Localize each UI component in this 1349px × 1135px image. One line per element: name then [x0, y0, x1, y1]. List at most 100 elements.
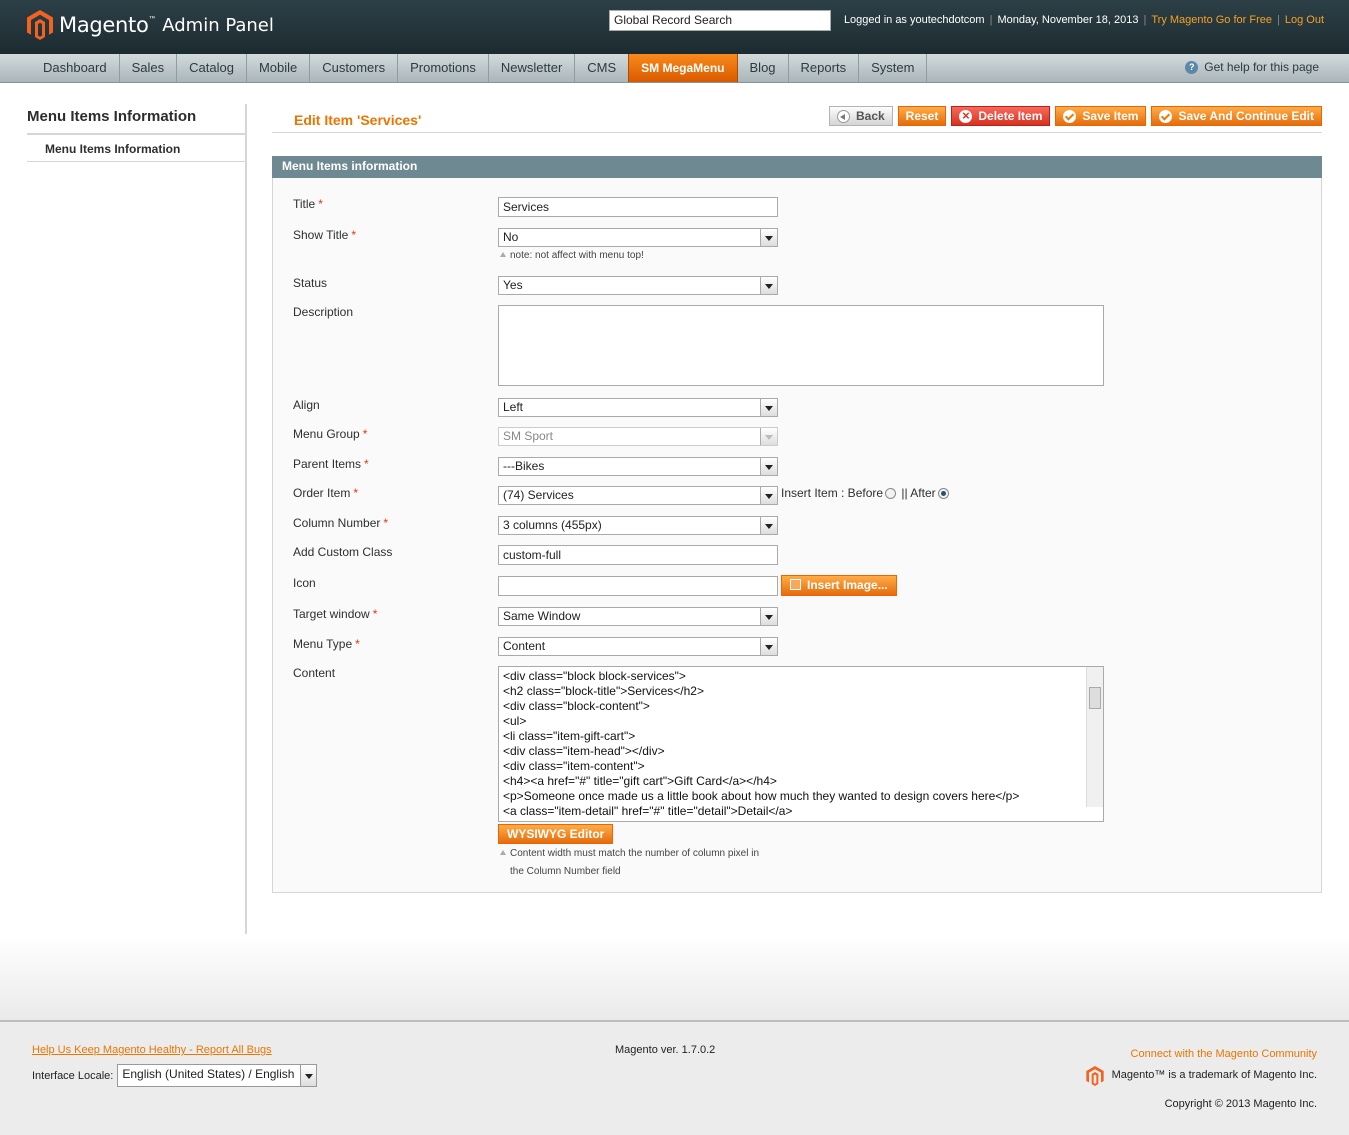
custom-class-label: Add Custom Class: [293, 545, 393, 559]
save-item-button[interactable]: Save Item: [1055, 106, 1147, 126]
fieldset-legend: Menu Items information: [272, 156, 1322, 178]
back-button[interactable]: Back: [828, 106, 893, 126]
nav-system[interactable]: System: [859, 54, 928, 82]
column-number-select[interactable]: 3 columns (455px): [498, 516, 778, 535]
nav-reports[interactable]: Reports: [789, 54, 860, 82]
icon-input[interactable]: [498, 576, 778, 596]
magento-logo-icon: [27, 10, 53, 40]
status-select[interactable]: Yes: [498, 276, 778, 295]
scrollbar-thumb[interactable]: [1089, 687, 1101, 709]
separator: |: [1277, 14, 1280, 26]
nav-catalog[interactable]: Catalog: [177, 54, 247, 82]
chevron-down-icon: [760, 517, 777, 534]
nav-customers[interactable]: Customers: [310, 54, 399, 82]
show-title-note: note: not affect with menu top!: [498, 247, 644, 265]
locale-select[interactable]: English (United States) / English: [117, 1064, 318, 1087]
insert-before-radio[interactable]: [885, 488, 897, 500]
menu-type-label: Menu Type *: [293, 637, 360, 651]
nav-promotions[interactable]: Promotions: [398, 54, 489, 82]
try-magento-go-link[interactable]: Try Magento Go for Free: [1151, 14, 1272, 26]
parent-items-select[interactable]: ---Bikes: [498, 457, 778, 476]
report-bugs-link[interactable]: Help Us Keep Magento Healthy - Report Al…: [32, 1044, 272, 1056]
insert-before-label: Insert Item : Before: [781, 486, 884, 500]
save-continue-button[interactable]: Save And Continue Edit: [1151, 106, 1322, 126]
icon-label: Icon: [293, 576, 316, 590]
wysiwyg-editor-button[interactable]: WYSIWYG Editor: [498, 824, 614, 844]
align-select[interactable]: Left: [498, 398, 778, 417]
save-label: Save Item: [1082, 109, 1139, 123]
insert-image-button[interactable]: Insert Image...: [781, 575, 897, 596]
save-continue-check-icon: [1159, 109, 1173, 123]
menu-items-fieldset: Menu Items information Title * Services S…: [272, 156, 1322, 893]
trademark-text: Magento™ is a trademark of Magento Inc.: [1111, 1069, 1317, 1081]
nav-sm-megamenu[interactable]: SM MegaMenu: [628, 54, 738, 82]
reset-button[interactable]: Reset: [897, 106, 947, 126]
column-number-label: Column Number *: [293, 516, 389, 530]
status-label: Status: [293, 276, 328, 290]
global-search-input[interactable]: Global Record Search: [609, 10, 831, 31]
main-nav: Dashboard Sales Catalog Mobile Customers…: [0, 54, 1349, 83]
image-icon: [790, 579, 801, 590]
menu-group-select: SM Sport: [498, 427, 778, 446]
header-links: Logged in as youtechdotcom | Monday, Novem…: [844, 14, 1324, 26]
brand-name: Magento™: [59, 13, 157, 37]
delete-item-button[interactable]: Delete Item: [951, 106, 1051, 126]
description-textarea[interactable]: [498, 305, 1104, 386]
nav-newsletter[interactable]: Newsletter: [489, 54, 576, 82]
insert-after-radio[interactable]: [937, 488, 949, 500]
page-title: Edit Item 'Services': [294, 112, 422, 128]
chevron-down-icon: [760, 608, 777, 625]
current-date: Monday, November 18, 2013: [997, 14, 1139, 26]
help-label: Get help for this page: [1204, 60, 1319, 74]
logged-in-text: Logged in as youtechdotcom: [843, 14, 985, 26]
chevron-down-icon: [300, 1065, 317, 1086]
separator: |: [1143, 14, 1147, 26]
sidebar: Menu Items Information Menu Items Inform…: [27, 104, 247, 934]
trademark-line: Magento™ is a trademark of Magento Inc.: [1085, 1065, 1317, 1086]
magento-small-logo-icon: [1085, 1065, 1104, 1086]
magento-logo[interactable]: Magento™ Admin Panel: [27, 10, 274, 40]
align-label: Align: [293, 398, 320, 412]
title-label: Title *: [293, 197, 323, 211]
menu-type-select[interactable]: Content: [498, 637, 778, 656]
help-link[interactable]: ? Get help for this page: [1185, 60, 1319, 74]
chevron-down-icon: [760, 229, 777, 246]
content-scrollbar[interactable]: [1086, 667, 1103, 807]
back-arrow-icon: [836, 109, 850, 123]
panel-name: Admin Panel: [162, 14, 274, 36]
footer-right: Connect with the Magento Community Magen…: [1085, 1044, 1317, 1115]
show-title-label: Show Title *: [293, 228, 357, 242]
footer: Help Us Keep Magento Healthy - Report Al…: [0, 1020, 1349, 1135]
insert-position: Insert Item : Before || After: [781, 486, 951, 500]
nav-mobile[interactable]: Mobile: [247, 54, 311, 82]
custom-class-input[interactable]: custom-full: [498, 545, 778, 565]
sidebar-tab-menu-items-information[interactable]: Menu Items Information: [27, 135, 247, 162]
chevron-down-icon: [760, 638, 777, 655]
help-icon: ?: [1185, 60, 1199, 74]
content-label: Content: [293, 666, 336, 680]
insert-after-label: || After: [901, 486, 936, 500]
show-title-select[interactable]: No: [498, 228, 778, 247]
menu-group-label: Menu Group *: [293, 427, 368, 441]
title-input[interactable]: Services: [498, 197, 778, 217]
target-window-label: Target window *: [293, 607, 378, 621]
target-window-select[interactable]: Same Window: [498, 607, 778, 626]
delete-label: Delete Item: [978, 109, 1043, 123]
nav-dashboard[interactable]: Dashboard: [31, 54, 120, 82]
content-textarea[interactable]: <div class="block block-services"> <h2 c…: [498, 666, 1104, 822]
content-note: Content width must match the number of c…: [498, 845, 759, 881]
chevron-down-icon: [760, 277, 777, 294]
separator: |: [989, 14, 993, 26]
nav-blog[interactable]: Blog: [738, 54, 789, 82]
nav-cms[interactable]: CMS: [575, 54, 630, 82]
order-item-select[interactable]: (74) Services: [498, 486, 778, 505]
description-label: Description: [293, 305, 354, 319]
logout-link[interactable]: Log Out: [1285, 14, 1324, 26]
community-link[interactable]: Connect with the Magento Community: [1131, 1048, 1317, 1060]
chevron-down-icon: [760, 487, 777, 504]
delete-icon: [959, 108, 973, 123]
magento-version: Magento ver. 1.7.0.2: [615, 1044, 716, 1056]
nav-sales[interactable]: Sales: [120, 54, 178, 82]
parent-items-label: Parent Items *: [293, 457, 369, 471]
sidebar-title: Menu Items Information: [27, 104, 247, 135]
